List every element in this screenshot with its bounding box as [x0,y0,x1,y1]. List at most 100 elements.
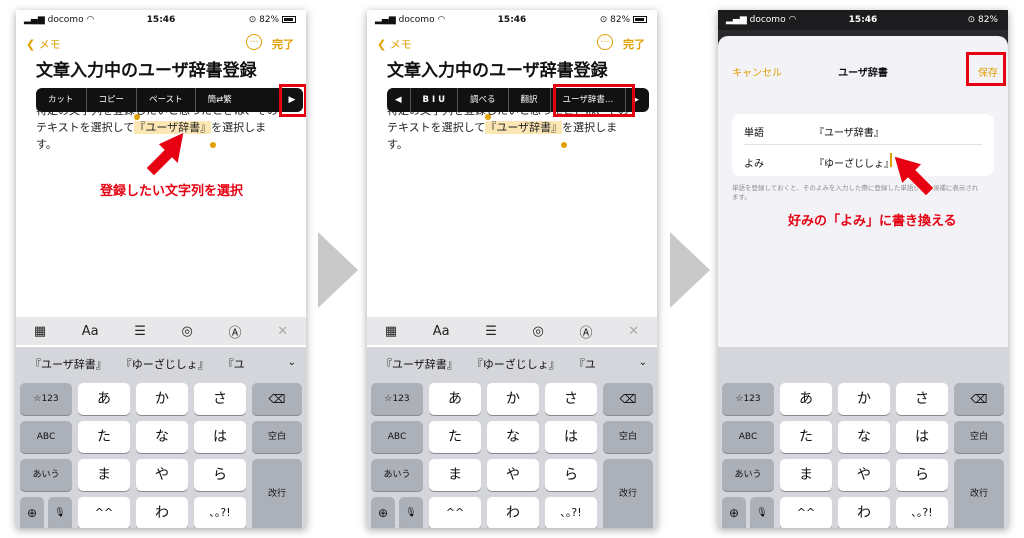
key[interactable]: ^^ [78,497,130,528]
key[interactable]: か [838,383,890,415]
selection-handle[interactable] [134,114,140,120]
key-num[interactable]: ☆123 [722,383,774,415]
word-field[interactable]: 『ユーザ辞書』 [814,124,884,139]
key[interactable]: ^^ [780,497,832,528]
menu-biu[interactable]: B I U [411,88,459,112]
close-icon[interactable]: ✕ [277,324,288,339]
key-num[interactable]: ☆123 [20,383,72,415]
key[interactable]: や [487,459,539,491]
key[interactable]: ら [896,459,948,491]
key[interactable]: や [136,459,188,491]
enter-key[interactable]: 改行 [252,459,302,528]
selection-handle[interactable] [561,142,567,148]
key[interactable]: あ [78,383,130,415]
key[interactable]: た [429,421,481,453]
camera-icon[interactable]: ◎ [182,324,193,339]
globe-icon[interactable]: ⊕ [722,497,746,528]
globe-icon[interactable]: ⊕ [371,497,395,528]
delete-icon[interactable]: ⌫ [954,383,1004,415]
mic-icon[interactable]: 🎙 [399,497,423,528]
space-key[interactable]: 空白 [954,421,1004,453]
key[interactable]: さ [194,383,246,415]
key[interactable]: や [838,459,890,491]
back-button[interactable]: ❮ メモ [26,36,61,52]
menu-paste[interactable]: ペースト [137,88,196,112]
selected-text[interactable]: 『ユーザ辞書』 [485,121,563,134]
markup-icon[interactable]: Ⓐ [580,322,593,341]
format-icon[interactable]: Aa [433,324,450,339]
key[interactable]: あ [429,383,481,415]
menu-cut[interactable]: カット [36,88,87,112]
key[interactable]: た [78,421,130,453]
key[interactable]: ､｡?! [194,497,246,528]
done-button[interactable]: 完了 [272,36,294,52]
suggestion[interactable]: 『ゆーざじしょ』 [472,356,560,372]
close-icon[interactable]: ✕ [628,324,639,339]
key[interactable]: わ [838,497,890,528]
key-kana[interactable]: あいう [722,459,774,491]
space-key[interactable]: 空白 [603,421,653,453]
key[interactable]: あ [780,383,832,415]
key[interactable]: ら [194,459,246,491]
selection-handle[interactable] [210,142,216,148]
enter-key[interactable]: 改行 [603,459,653,528]
suggestion[interactable]: 『ユーザ辞書』 [381,356,458,372]
key[interactable]: か [136,383,188,415]
key[interactable]: は [896,421,948,453]
markup-icon[interactable]: Ⓐ [229,322,242,341]
suggestion[interactable]: 『ユ [574,356,596,372]
globe-icon[interactable]: ⊕ [20,497,44,528]
table-icon[interactable]: ▦ [385,324,397,339]
checklist-icon[interactable]: ☰ [134,324,146,339]
mic-icon[interactable]: 🎙 [750,497,774,528]
key-kana[interactable]: あいう [371,459,423,491]
key[interactable]: た [780,421,832,453]
key[interactable]: は [545,421,597,453]
key[interactable]: ま [780,459,832,491]
key[interactable]: さ [545,383,597,415]
key[interactable]: は [194,421,246,453]
menu-convert[interactable]: 簡⇄繁 [196,88,244,112]
key-abc[interactable]: ABC [20,421,72,453]
key[interactable]: か [487,383,539,415]
menu-lookup[interactable]: 調べる [458,88,509,112]
menu-prev-button[interactable]: ◀ [387,88,411,112]
key[interactable]: ら [545,459,597,491]
key[interactable]: ま [429,459,481,491]
delete-icon[interactable]: ⌫ [603,383,653,415]
space-key[interactable]: 空白 [252,421,302,453]
checklist-icon[interactable]: ☰ [485,324,497,339]
back-button[interactable]: ❮ メモ [377,36,412,52]
key[interactable]: さ [896,383,948,415]
camera-icon[interactable]: ◎ [533,324,544,339]
key-kana[interactable]: あいう [20,459,72,491]
key-num[interactable]: ☆123 [371,383,423,415]
more-icon[interactable]: … [246,34,262,50]
enter-key[interactable]: 改行 [954,459,1004,528]
suggestion[interactable]: 『ゆーざじしょ』 [121,356,209,372]
menu-copy[interactable]: コピー [87,88,138,112]
key[interactable]: ､｡?! [896,497,948,528]
key[interactable]: な [838,421,890,453]
suggestion[interactable]: 『ユ [223,356,245,372]
format-icon[interactable]: Aa [82,324,99,339]
chevron-down-icon[interactable]: ⌄ [288,357,296,368]
key[interactable]: ､｡?! [545,497,597,528]
delete-icon[interactable]: ⌫ [252,383,302,415]
suggestion[interactable]: 『ユーザ辞書』 [30,356,107,372]
key-abc[interactable]: ABC [371,421,423,453]
selection-handle[interactable] [485,114,491,120]
mic-icon[interactable]: 🎙 [48,497,72,528]
key[interactable]: ま [78,459,130,491]
table-icon[interactable]: ▦ [34,324,46,339]
yomi-field[interactable]: 『ゆーざじしょ』 [814,155,894,170]
chevron-down-icon[interactable]: ⌄ [639,357,647,368]
key[interactable]: ^^ [429,497,481,528]
done-button[interactable]: 完了 [623,36,645,52]
key[interactable]: わ [487,497,539,528]
key-abc[interactable]: ABC [722,421,774,453]
menu-translate[interactable]: 翻訳 [509,88,551,112]
key[interactable]: わ [136,497,188,528]
more-icon[interactable]: … [597,34,613,50]
key[interactable]: な [487,421,539,453]
